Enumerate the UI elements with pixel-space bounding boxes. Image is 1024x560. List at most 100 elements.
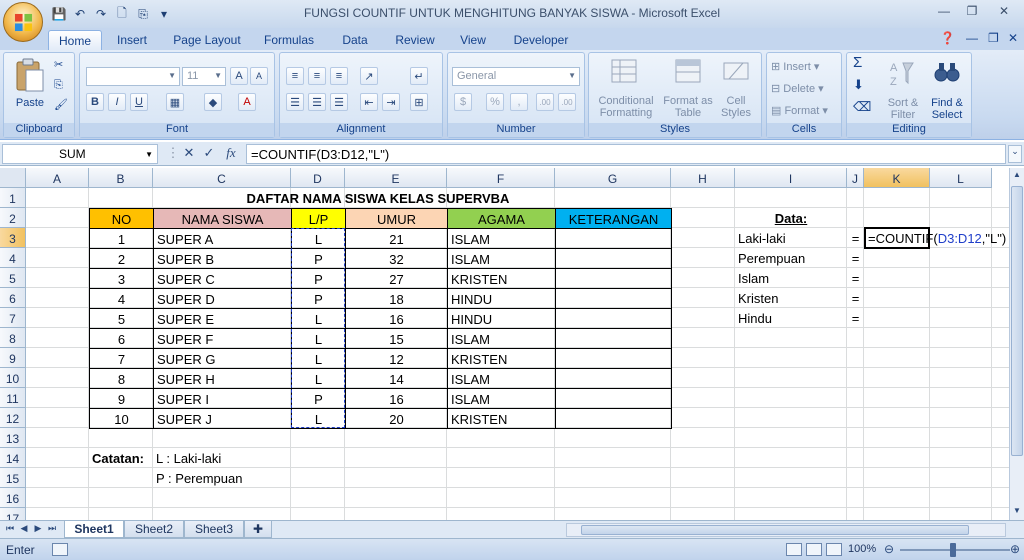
summary-label[interactable]: Hindu — [735, 308, 845, 328]
table-cell-ket[interactable] — [555, 408, 672, 429]
table-cell-nama[interactable]: SUPER J — [153, 408, 292, 429]
column-header-c[interactable]: C — [153, 168, 291, 188]
align-left-icon[interactable]: ☰ — [286, 93, 304, 111]
table-cell-no[interactable]: 7 — [89, 348, 154, 369]
column-header-a[interactable]: A — [26, 168, 89, 188]
row-header-14[interactable]: 14 — [0, 448, 26, 468]
table-cell-ket[interactable] — [555, 308, 672, 329]
find-select-button[interactable]: Find & Select — [925, 97, 969, 121]
table-cell-nama[interactable]: SUPER G — [153, 348, 292, 369]
table-header-nama-siswa[interactable]: NAMA SISWA — [153, 208, 292, 229]
sheet-tab-sheet2[interactable]: Sheet2 — [124, 521, 184, 538]
row-header-11[interactable]: 11 — [0, 388, 26, 408]
align-right-icon[interactable]: ☰ — [330, 93, 348, 111]
summary-equals[interactable]: = — [847, 228, 864, 248]
font-name-combo[interactable]: ▼ — [86, 67, 180, 86]
page-break-view-icon[interactable] — [826, 543, 842, 556]
column-header-k[interactable]: K — [864, 168, 930, 188]
delete-cells-button[interactable]: ⊟ Delete ▾ — [771, 83, 824, 95]
chevron-down-icon[interactable]: ▼ — [145, 150, 153, 159]
table-cell-no[interactable]: 6 — [89, 328, 154, 349]
restore-button[interactable]: ❐ — [960, 4, 984, 22]
row-header-7[interactable]: 7 — [0, 308, 26, 328]
cut-icon[interactable]: ✂ — [54, 59, 63, 71]
macro-record-icon[interactable] — [52, 543, 68, 556]
last-sheet-icon[interactable]: ⏭ — [46, 523, 58, 537]
comma-button[interactable]: , — [510, 93, 528, 111]
tab-review[interactable]: Review — [388, 30, 442, 50]
table-cell-agama[interactable]: HINDU — [447, 308, 556, 329]
row-header-16[interactable]: 16 — [0, 488, 26, 508]
format-cells-button[interactable]: ▤ Format ▾ — [771, 105, 828, 117]
align-middle-icon[interactable]: ≡ — [308, 67, 326, 85]
zoom-slider-handle[interactable] — [950, 543, 956, 557]
cancel-button[interactable]: ✕ — [180, 145, 198, 163]
conditional-formatting-button[interactable]: Conditional Formatting — [591, 95, 661, 119]
percent-button[interactable]: % — [486, 93, 504, 111]
cell-styles-button[interactable]: Cell Styles — [715, 95, 757, 119]
next-sheet-icon[interactable]: ▶ — [32, 523, 44, 537]
table-cell-umur[interactable]: 16 — [345, 388, 448, 409]
horizontal-scroll-thumb[interactable] — [581, 525, 969, 535]
table-cell-umur[interactable]: 15 — [345, 328, 448, 349]
table-header-no[interactable]: NO — [89, 208, 154, 229]
summary-equals[interactable]: = — [847, 248, 864, 268]
worksheet-grid[interactable]: ABCDEFGHIJKL 1 2 3 4 5 6 7 8 9 10 11 12 13 14 15 16 17 D… — [0, 168, 1009, 520]
table-cell-nama[interactable]: SUPER F — [153, 328, 292, 349]
table-cell-no[interactable]: 5 — [89, 308, 154, 329]
table-cell-agama[interactable]: ISLAM — [447, 388, 556, 409]
paste-button[interactable]: Paste — [10, 97, 50, 109]
summary-label[interactable]: Laki-laki — [735, 228, 845, 248]
table-cell-no[interactable]: 2 — [89, 248, 154, 269]
column-header-h[interactable]: H — [671, 168, 735, 188]
summary-equals[interactable]: = — [847, 268, 864, 288]
page-layout-view-icon[interactable] — [806, 543, 822, 556]
ribbon-restore-icon[interactable]: ❐ — [988, 31, 999, 45]
table-cell-ket[interactable] — [555, 248, 672, 269]
tab-insert[interactable]: Insert — [108, 30, 156, 50]
tab-developer[interactable]: Developer — [508, 30, 574, 50]
table-cell-nama[interactable]: SUPER I — [153, 388, 292, 409]
format-painter-icon[interactable]: 🖌 — [54, 99, 68, 111]
table-cell-nama[interactable]: SUPER D — [153, 288, 292, 309]
column-header-e[interactable]: E — [345, 168, 447, 188]
table-cell-ket[interactable] — [555, 348, 672, 369]
table-cell-agama[interactable]: ISLAM — [447, 248, 556, 269]
first-sheet-icon[interactable]: ⏮ — [4, 523, 16, 537]
scroll-down-icon[interactable]: ▼ — [1013, 506, 1021, 515]
font-color-icon[interactable]: A — [238, 93, 256, 111]
zoom-level[interactable]: 100% — [848, 543, 876, 555]
table-cell-no[interactable]: 10 — [89, 408, 154, 429]
table-cell-agama[interactable]: KRISTEN — [447, 348, 556, 369]
column-header-j[interactable]: J — [847, 168, 864, 188]
help-icon[interactable]: ❓ — [940, 31, 955, 45]
format-as-table-button[interactable]: Format as Table — [661, 95, 715, 119]
wrap-text-icon[interactable]: ↵ — [410, 67, 428, 85]
zoom-out-icon[interactable]: ⊖ — [884, 542, 894, 556]
table-cell-no[interactable]: 8 — [89, 368, 154, 389]
prev-sheet-icon[interactable]: ◀ — [18, 523, 30, 537]
autosum-button[interactable]: Σ — [853, 55, 862, 70]
table-cell-umur[interactable]: 16 — [345, 308, 448, 329]
summary-label[interactable]: Kristen — [735, 288, 845, 308]
close-button[interactable]: ✕ — [992, 4, 1016, 22]
table-cell-no[interactable]: 1 — [89, 228, 154, 249]
table-header-l-p[interactable]: L/P — [291, 208, 346, 229]
column-header-l[interactable]: L — [930, 168, 992, 188]
table-cell-umur[interactable]: 21 — [345, 228, 448, 249]
clear-icon[interactable]: ⌫ — [853, 100, 871, 113]
formula-input[interactable]: =COUNTIF(D3:D12,"L") — [246, 144, 1006, 164]
sort-filter-button[interactable]: Sort & Filter — [883, 97, 923, 121]
table-cell-umur[interactable]: 18 — [345, 288, 448, 309]
table-cell-umur[interactable]: 27 — [345, 268, 448, 289]
underline-button[interactable]: U — [130, 93, 148, 111]
note-perempuan[interactable]: P : Perempuan — [153, 468, 303, 488]
column-header-f[interactable]: F — [447, 168, 555, 188]
table-cell-nama[interactable]: SUPER E — [153, 308, 292, 329]
column-header-g[interactable]: G — [555, 168, 671, 188]
italic-button[interactable]: I — [108, 93, 126, 111]
align-center-icon[interactable]: ☰ — [308, 93, 326, 111]
row-header-12[interactable]: 12 — [0, 408, 26, 428]
increase-decimal-button[interactable]: .00 — [536, 93, 554, 111]
currency-button[interactable]: $ — [454, 93, 472, 111]
